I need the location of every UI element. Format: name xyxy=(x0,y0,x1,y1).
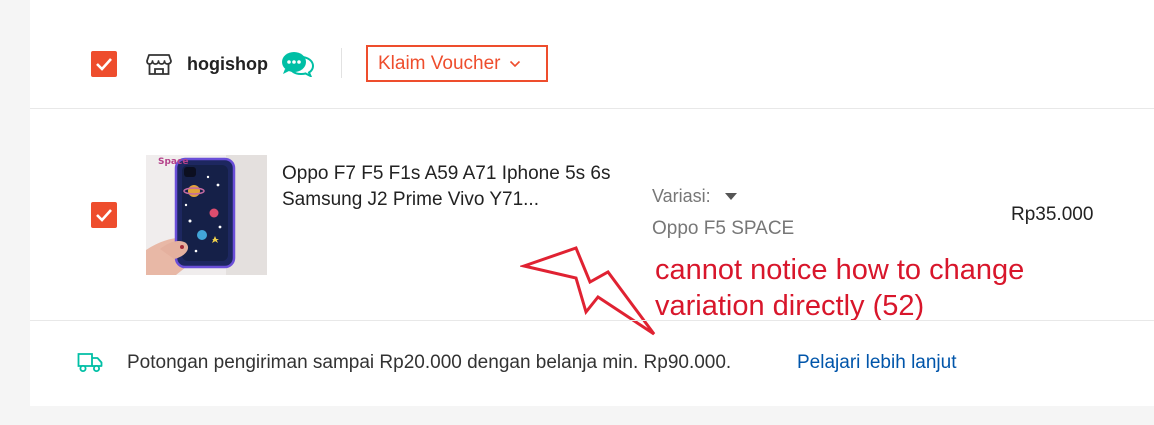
shipping-promo-text: Potongan pengiriman sampai Rp20.000 deng… xyxy=(127,352,732,373)
lightning-bolt-arrow-icon xyxy=(520,246,656,336)
annotation-line-1: cannot notice how to change xyxy=(655,254,1025,286)
card-top-strip xyxy=(30,0,1154,18)
chevron-down-icon xyxy=(509,60,521,68)
shop-name[interactable]: hogishop xyxy=(187,54,268,75)
shop-select-checkbox[interactable] xyxy=(91,51,117,77)
product-price: Rp35.000 xyxy=(1011,204,1094,225)
truck-icon xyxy=(77,351,103,373)
shop-icon xyxy=(146,52,172,76)
checkmark-icon xyxy=(96,58,112,71)
claim-voucher-button[interactable]: Klaim Voucher xyxy=(366,45,548,82)
variation-label: Variasi: xyxy=(652,186,711,206)
learn-more-link[interactable]: Pelajari lebih lanjut xyxy=(797,352,957,374)
chat-icon[interactable] xyxy=(281,51,315,79)
annotation-line-2: variation directly (52) xyxy=(655,290,925,322)
product-divider xyxy=(30,320,1154,321)
product-title[interactable]: Oppo F7 F5 F1s A59 A71 Iphone 5s 6s Sams… xyxy=(282,161,622,213)
caret-down-icon xyxy=(724,193,737,200)
checkmark-icon xyxy=(96,209,112,222)
header-divider xyxy=(30,108,1154,109)
annotation-note: cannot notice how to change variation di… xyxy=(655,252,1024,324)
variation-dropdown[interactable]: Variasi: xyxy=(652,186,737,207)
image-caption: Space xyxy=(158,157,189,167)
product-image[interactable]: Space xyxy=(146,155,267,275)
claim-voucher-label: Klaim Voucher xyxy=(378,52,501,74)
header-separator xyxy=(341,48,342,78)
variation-value: Oppo F5 SPACE xyxy=(652,218,795,239)
product-select-checkbox[interactable] xyxy=(91,202,117,228)
